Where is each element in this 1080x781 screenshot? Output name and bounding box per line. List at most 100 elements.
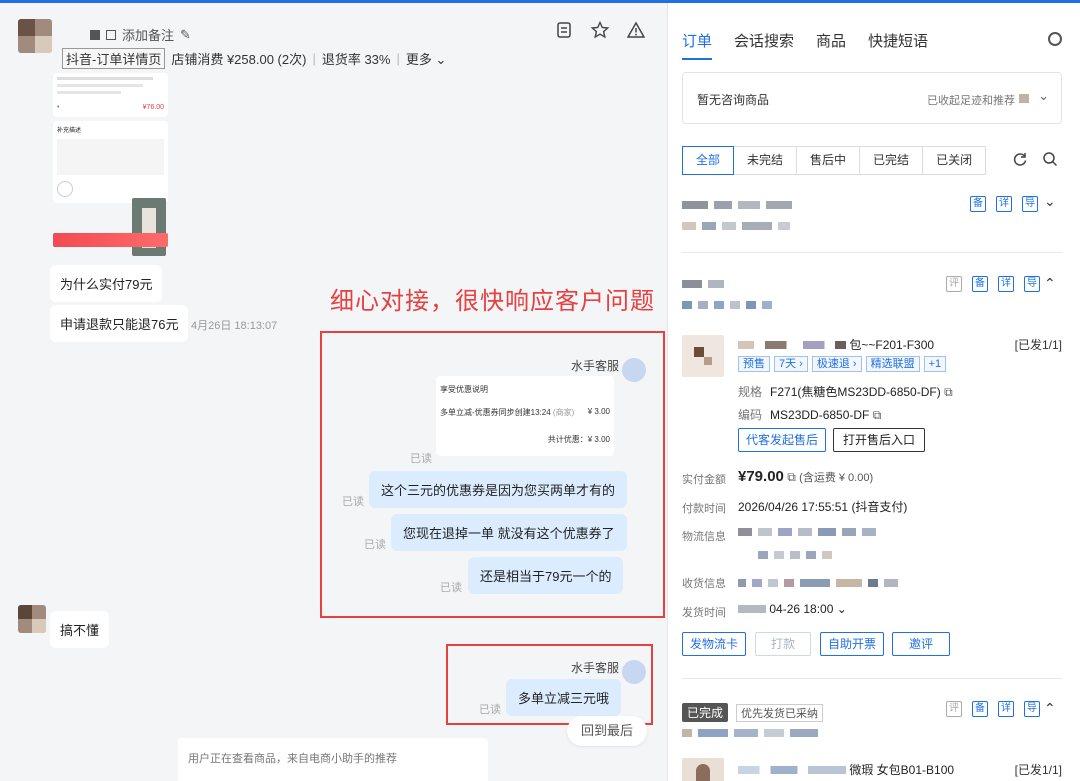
product-title[interactable]: 包~~F201-F300 [738,336,934,353]
back-to-last-button[interactable]: 回到最后 [567,716,647,746]
review-icon[interactable]: 评 [946,701,962,717]
add-note-label[interactable]: 添加备注 [122,25,174,44]
product-title[interactable]: 微瑕 女包B01-B100 [738,761,954,778]
tab-session-search[interactable]: 会话搜索 [734,30,794,51]
consult-product-box[interactable]: 暂无咨询商品 已收起足迹和推荐 ⌄ [682,72,1062,124]
read-label: 已读 [440,582,462,594]
note-icon[interactable]: 备 [972,276,988,292]
note-area[interactable]: 添加备注 ✎ [90,25,191,44]
copy-icon[interactable]: ⧉ [873,408,882,422]
customer-meta: 抖音-订单详情页 店铺消费 ¥258.00 (2次) | 退货率 33% | 更… [62,48,446,69]
detail-icon[interactable]: 详 [998,276,1014,292]
order-actions: 备 详 导 [970,196,1038,212]
paid-value: ¥79.00 [738,468,784,485]
customer-avatar[interactable] [18,19,52,53]
refund-button[interactable]: 打款 [755,632,811,656]
filter-all[interactable]: 全部 [682,146,735,175]
note-icon[interactable]: 备 [970,196,986,212]
tag-alliance: 精选联盟 [865,356,920,372]
export-icon[interactable]: 导 [1024,701,1040,717]
coupon-title: 享受优惠说明 [440,385,488,394]
order-actions: 评 备 详 导 [946,276,1040,292]
product-thumbnail[interactable] [682,335,724,377]
filter-closed[interactable]: 已关闭 [923,146,987,175]
coupon-line-tag: (商家) [552,408,575,417]
filter-after-sale[interactable]: 售后中 [797,146,861,175]
note-icon[interactable]: 备 [972,701,988,717]
document-icon[interactable] [555,21,573,39]
filter-actions [1012,151,1058,167]
detail-tag[interactable]: 抖音-订单详情页 [62,48,166,69]
invite-review-button[interactable]: 邀评 [892,632,950,656]
product-thumbnail[interactable] [682,758,724,781]
agent-name: 水手客服 [571,359,620,373]
copy-icon[interactable]: ⧉ [944,385,953,399]
order-id-blurred [682,201,792,209]
collapsed-hint: 已收起足迹和推荐 [927,95,1015,107]
code-value: MS23DD-6850-DF [770,408,870,422]
customer-message: 申请退款只能退76元 [50,305,189,342]
coupon-total: 共计优惠：¥ 3.00 [547,435,610,444]
order-actions: 评 备 详 导 [946,701,1040,717]
filter-unfinished[interactable]: 未完结 [734,146,798,175]
square-icon [90,29,100,40]
chevron-down-icon[interactable]: ⌄ [1044,193,1056,210]
logistics-card-button[interactable]: 发物流卡 [682,632,746,656]
read-label: 已读 [410,453,432,465]
refresh-icon[interactable] [1012,151,1028,167]
customer-message: 搞不懂 [50,611,110,648]
settings-icon[interactable] [1048,32,1062,46]
copy-icon[interactable] [106,29,116,40]
review-icon[interactable]: 评 [946,276,962,292]
paid-row: ¥79.00 ⧉ (含运费 ¥ 0.00) [738,468,873,485]
search-icon[interactable] [1042,151,1058,167]
code-label: 编码 [738,408,763,422]
detail-icon[interactable]: 详 [998,701,1014,717]
tag-7days[interactable]: 7天 › [774,356,808,372]
copy-icon[interactable]: ⧉ [787,470,796,484]
edit-icon[interactable]: ✎ [180,27,191,43]
return-rate: 退货率 33% [321,52,391,67]
export-icon[interactable]: 导 [1022,196,1038,212]
tag-more[interactable]: +1 [923,356,947,372]
chevron-up-icon[interactable]: ⌃ [1044,700,1056,717]
ship-time-row[interactable]: 04-26 18:00 ⌄ [738,602,847,616]
ship-count: [已发1/1] [1014,763,1062,777]
after-sale-button[interactable]: 代客发起售后 [738,428,826,452]
tab-quick-phrases[interactable]: 快捷短语 [868,30,928,51]
read-label: 已读 [364,539,386,551]
customer-avatar[interactable] [18,605,46,633]
paid-note: (含运费 ¥ 0.00) [799,472,874,484]
tag-fast-refund[interactable]: 极速退 › [811,356,862,372]
filter-finished[interactable]: 已完结 [860,146,924,175]
read-label: 已读 [342,496,364,508]
recommend-tip: 用户正在查看商品，来自电商小助手的推荐 [178,738,488,781]
annotation-text: 细心对接，很快响应客户问题 [330,288,655,315]
ship-time-label: 发货时间 [682,607,726,619]
detail-icon[interactable]: 详 [996,196,1012,212]
agent-message: 这个三元的优惠券是因为您买两单才有的 [369,471,628,508]
customer-message: 为什么实付79元 [50,265,163,302]
side-panel: 订单 会话搜索 商品 快捷短语 暂无咨询商品 已收起足迹和推荐 ⌄ 全部 未完结… [667,3,1080,781]
refund-screenshot-image[interactable]: • ¥76.00 补充描述 [50,73,170,258]
chevron-down-icon[interactable]: ⌄ [1038,88,1049,104]
tab-products[interactable]: 商品 [816,30,846,51]
open-after-sale-button[interactable]: 打开售后入口 [833,428,925,452]
star-icon[interactable] [590,20,610,39]
chevron-up-icon[interactable]: ⌃ [1044,275,1056,292]
message-timestamp: 4月26日 18:13:07 [191,320,278,332]
invoice-button[interactable]: 自助开票 [820,632,884,656]
logistics-label: 物流信息 [682,531,726,543]
order-info-blurred [682,301,772,309]
coupon-card[interactable]: 享受优惠说明 多单立减-优惠券同步创建13:24 (商家) ¥ 3.00 共计优… [436,376,614,456]
logistics-blurred [738,528,876,536]
code-row: 编码 MS23DD-6850-DF ⧉ [738,406,881,423]
more-dropdown[interactable]: 更多 ⌄ [406,49,447,68]
export-icon[interactable]: 导 [1024,276,1040,292]
warning-icon[interactable] [626,21,646,39]
read-label: 已读 [479,704,501,716]
spec-row: 规格 F271(焦糖色MS23DD-6850-DF) ⧉ [738,383,953,400]
status-badge: 已完成 [682,703,729,722]
tab-orders[interactable]: 订单 [682,30,712,51]
order-info-blurred [682,222,790,230]
